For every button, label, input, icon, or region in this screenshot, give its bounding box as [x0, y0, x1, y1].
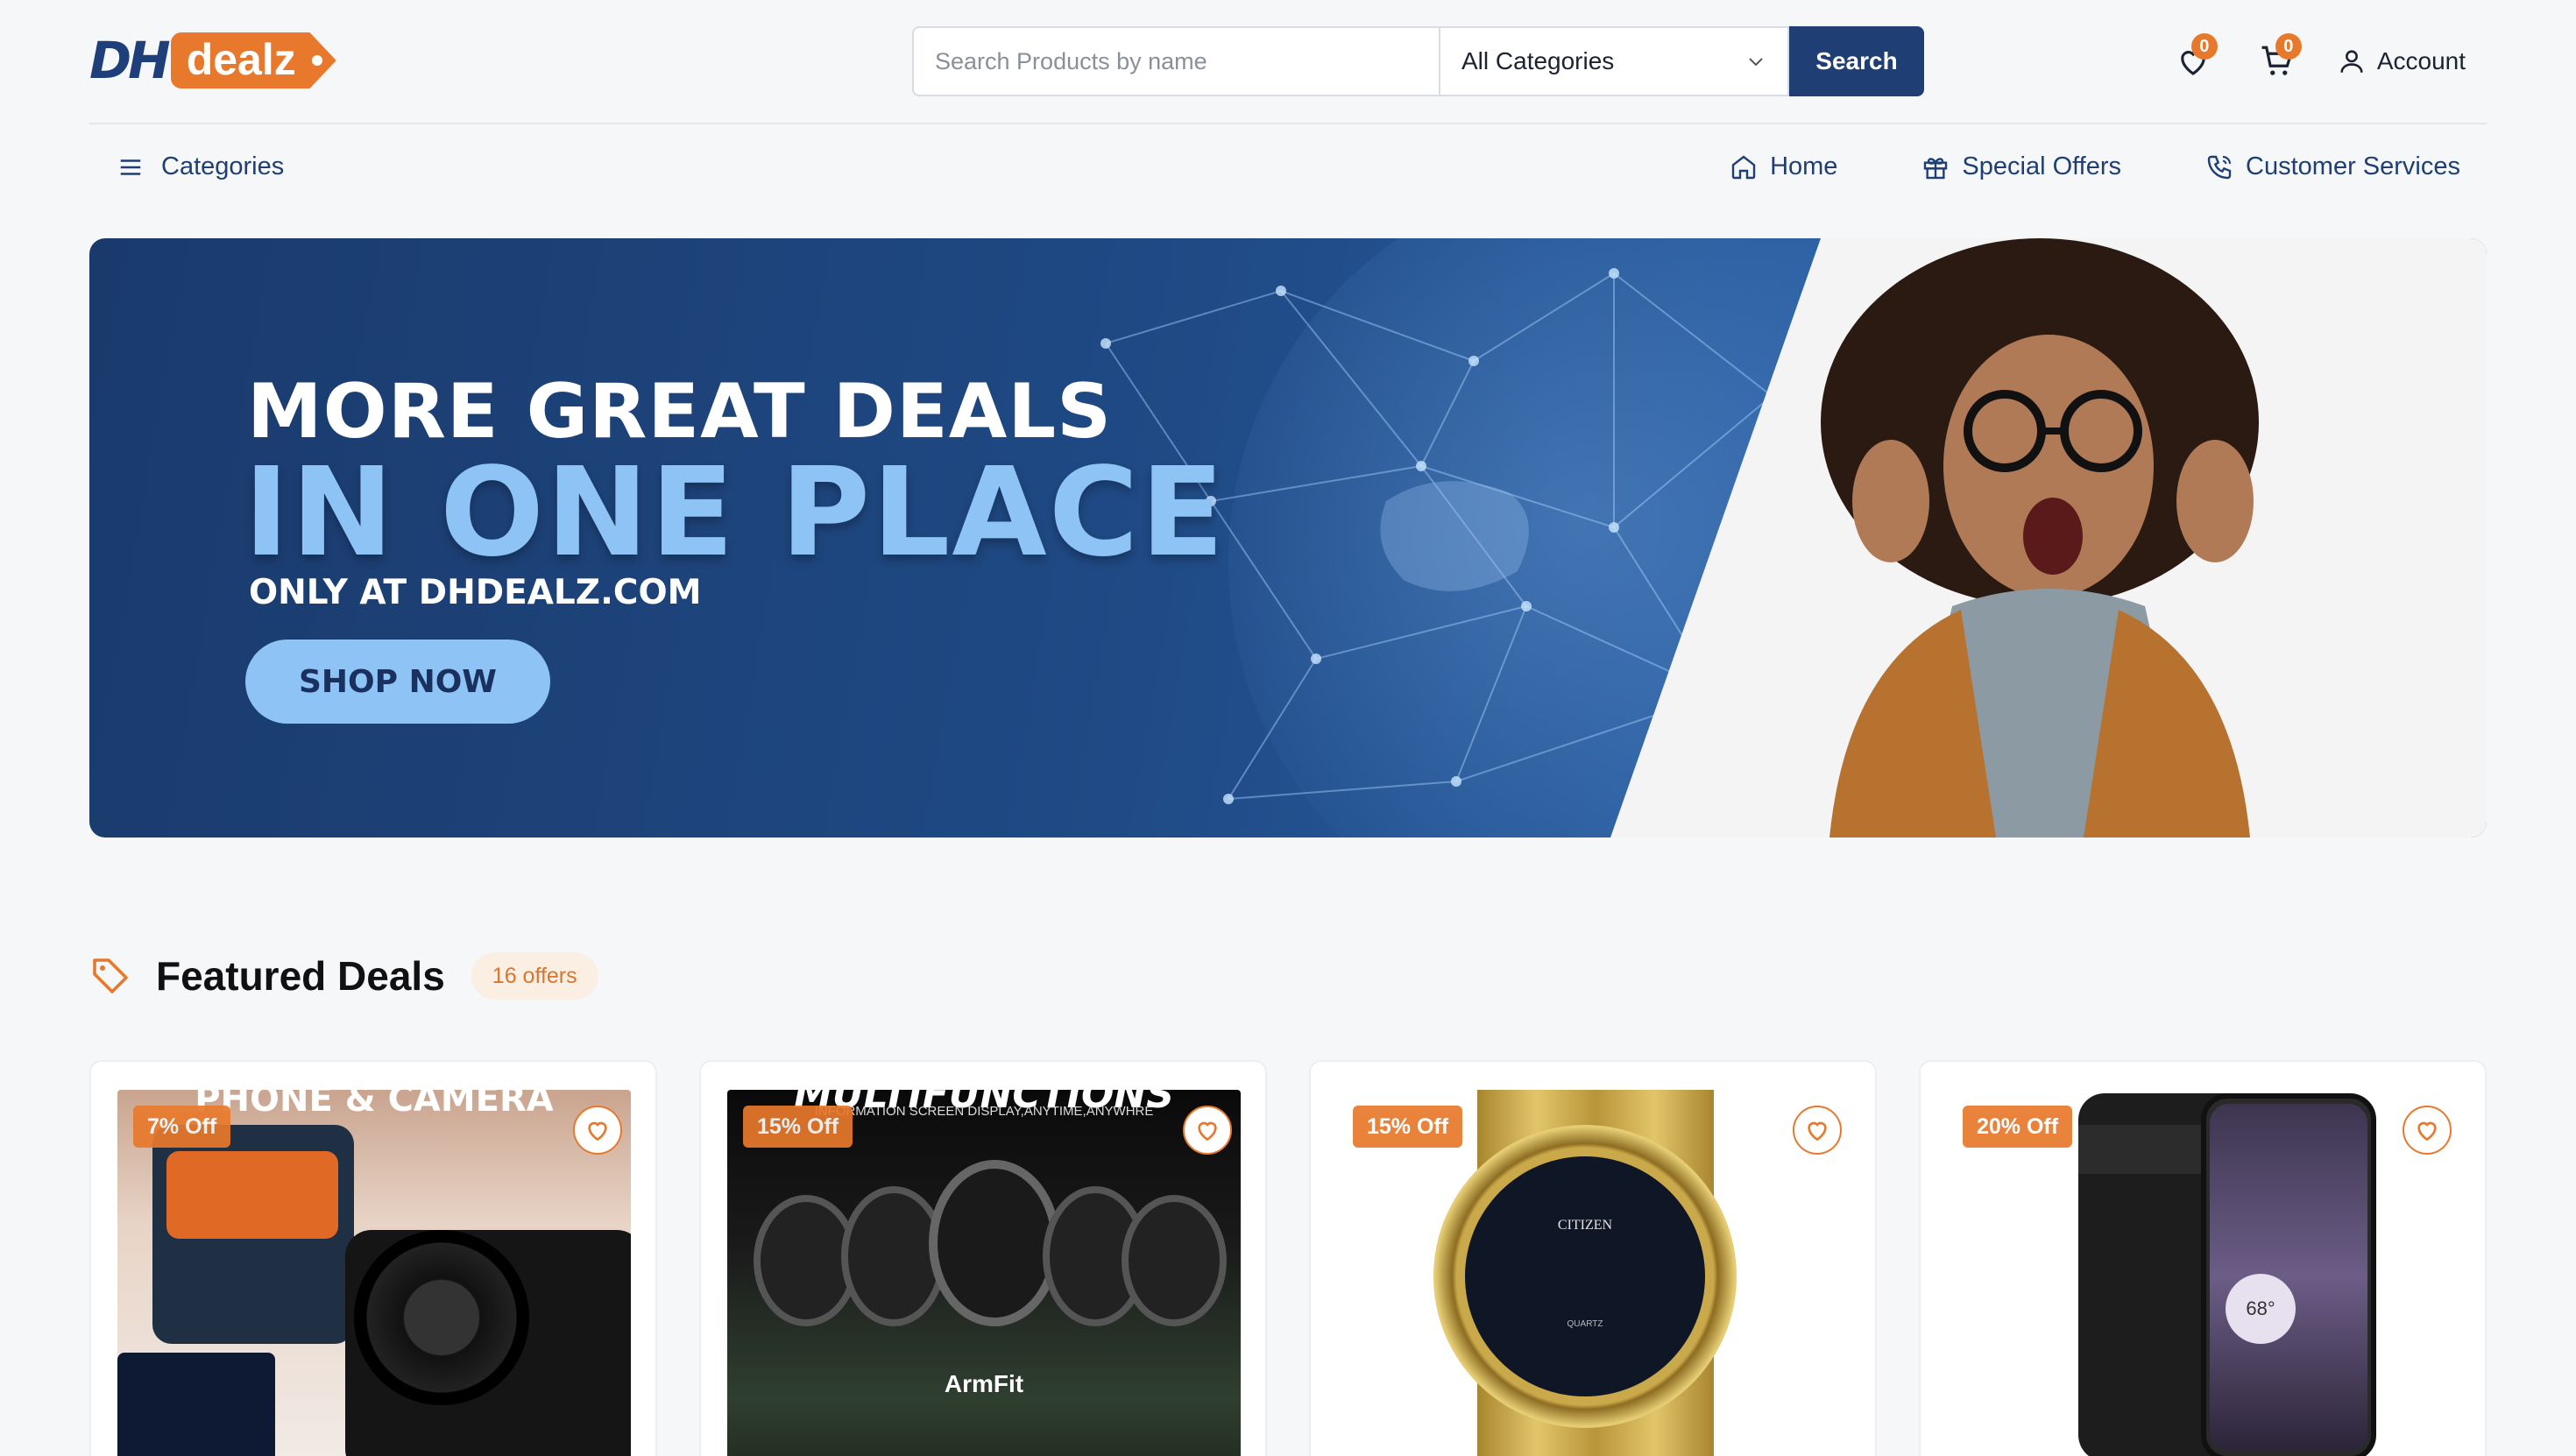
- discount-badge: 7% Off: [133, 1106, 231, 1148]
- categories-menu-button[interactable]: Categories: [117, 152, 284, 181]
- watch-dial-graphic: [1465, 1156, 1705, 1396]
- add-to-wishlist-button[interactable]: [1793, 1106, 1842, 1155]
- phone-graphic: [117, 1353, 275, 1456]
- camera-lens-graphic: [354, 1230, 529, 1405]
- product-card[interactable]: 68° 20% Off: [1919, 1060, 2487, 1456]
- heart-icon: [588, 1121, 607, 1141]
- home-icon: [1731, 154, 1756, 179]
- hero-headline-large: IN ONE PLACE: [244, 442, 1227, 584]
- account-label: Account: [2376, 47, 2466, 74]
- discount-badge: 15% Off: [743, 1106, 853, 1148]
- watch-face-graphic: [929, 1160, 1060, 1326]
- cart-count-badge: 0: [2275, 33, 2302, 60]
- site-header: DH dealz All Categories Search 0 0 Accou…: [89, 0, 2487, 124]
- weather-widget: 68°: [2226, 1274, 2296, 1344]
- search-bar: All Categories Search: [912, 26, 2012, 96]
- cart-button[interactable]: 0: [2253, 33, 2302, 86]
- discount-badge: 20% Off: [1963, 1106, 2073, 1148]
- featured-deals-header: Featured Deals 16 offers: [89, 946, 598, 1006]
- logo-name: dealz: [170, 32, 336, 88]
- product-brand-label: ArmFit: [944, 1370, 1024, 1397]
- nav-link-label: Special Offers: [1962, 152, 2122, 180]
- phone-icon: [2207, 155, 2232, 179]
- watch-movement-label: QUARTZ: [1567, 1319, 1603, 1329]
- add-to-wishlist-button[interactable]: [573, 1106, 622, 1155]
- chevron-down-icon: [1749, 58, 1763, 67]
- main-nav: Categories Home Special Offers Customer …: [89, 140, 2487, 207]
- heart-icon: [1808, 1121, 1827, 1141]
- hero-banner[interactable]: MORE GREAT DEALS IN ONE PLACE ONLY AT DH…: [89, 238, 2487, 838]
- offers-count-badge: 16 offers: [471, 952, 598, 1000]
- product-grid: PHONE & CAMERA 7% Off MULTIFUNCTIONS INF…: [89, 1060, 2487, 1456]
- nav-link-home[interactable]: Home: [1730, 152, 1837, 181]
- add-to-wishlist-button[interactable]: [2403, 1106, 2452, 1155]
- user-icon: [2340, 50, 2363, 73]
- nav-link-label: Home: [1770, 152, 1838, 180]
- nav-links: Home Special Offers Customer Services: [1645, 152, 2460, 181]
- add-to-wishlist-button[interactable]: [1183, 1106, 1232, 1155]
- heart-icon: [2417, 1121, 2437, 1141]
- surprised-woman-image: [1821, 238, 2259, 838]
- nav-link-label: Customer Services: [2246, 152, 2460, 180]
- case-lid-graphic: [166, 1151, 338, 1239]
- logo-mark: DH: [89, 31, 171, 90]
- tag-icon: [93, 958, 128, 993]
- watch-brand-label: CITIZEN: [1557, 1218, 1613, 1233]
- category-select-value: All Categories: [1461, 47, 1615, 74]
- product-card[interactable]: PHONE & CAMERA 7% Off: [89, 1060, 657, 1456]
- wishlist-button[interactable]: 0: [2169, 33, 2218, 86]
- gift-icon: [1924, 157, 1948, 179]
- section-title: Featured Deals: [156, 953, 445, 999]
- category-select[interactable]: All Categories: [1439, 26, 1789, 96]
- nav-link-customer-services[interactable]: Customer Services: [2205, 152, 2460, 181]
- discount-badge: 15% Off: [1353, 1106, 1463, 1148]
- search-button[interactable]: Search: [1789, 26, 1924, 96]
- nav-link-special-offers[interactable]: Special Offers: [1921, 152, 2121, 181]
- menu-icon: [120, 159, 141, 175]
- hero-subheadline: ONLY AT DHDEALZ.COM: [249, 573, 702, 612]
- wishlist-count-badge: 0: [2190, 33, 2218, 60]
- categories-label: Categories: [161, 152, 285, 180]
- search-input[interactable]: [912, 26, 1439, 96]
- brand-logo[interactable]: DH dealz: [89, 30, 336, 91]
- product-card[interactable]: MULTIFUNCTIONS INFORMATION SCREEN DISPLA…: [699, 1060, 1267, 1456]
- shop-now-button[interactable]: SHOP NOW: [245, 640, 550, 724]
- watch-face-graphic: [1122, 1195, 1227, 1326]
- account-link[interactable]: Account: [2337, 46, 2466, 76]
- phone-screen-graphic: [2210, 1104, 2367, 1451]
- product-card[interactable]: CITIZEN QUARTZ 15% Off: [1309, 1060, 1877, 1456]
- header-actions: 0 0 Account: [2169, 33, 2487, 89]
- heart-icon: [1198, 1121, 1217, 1141]
